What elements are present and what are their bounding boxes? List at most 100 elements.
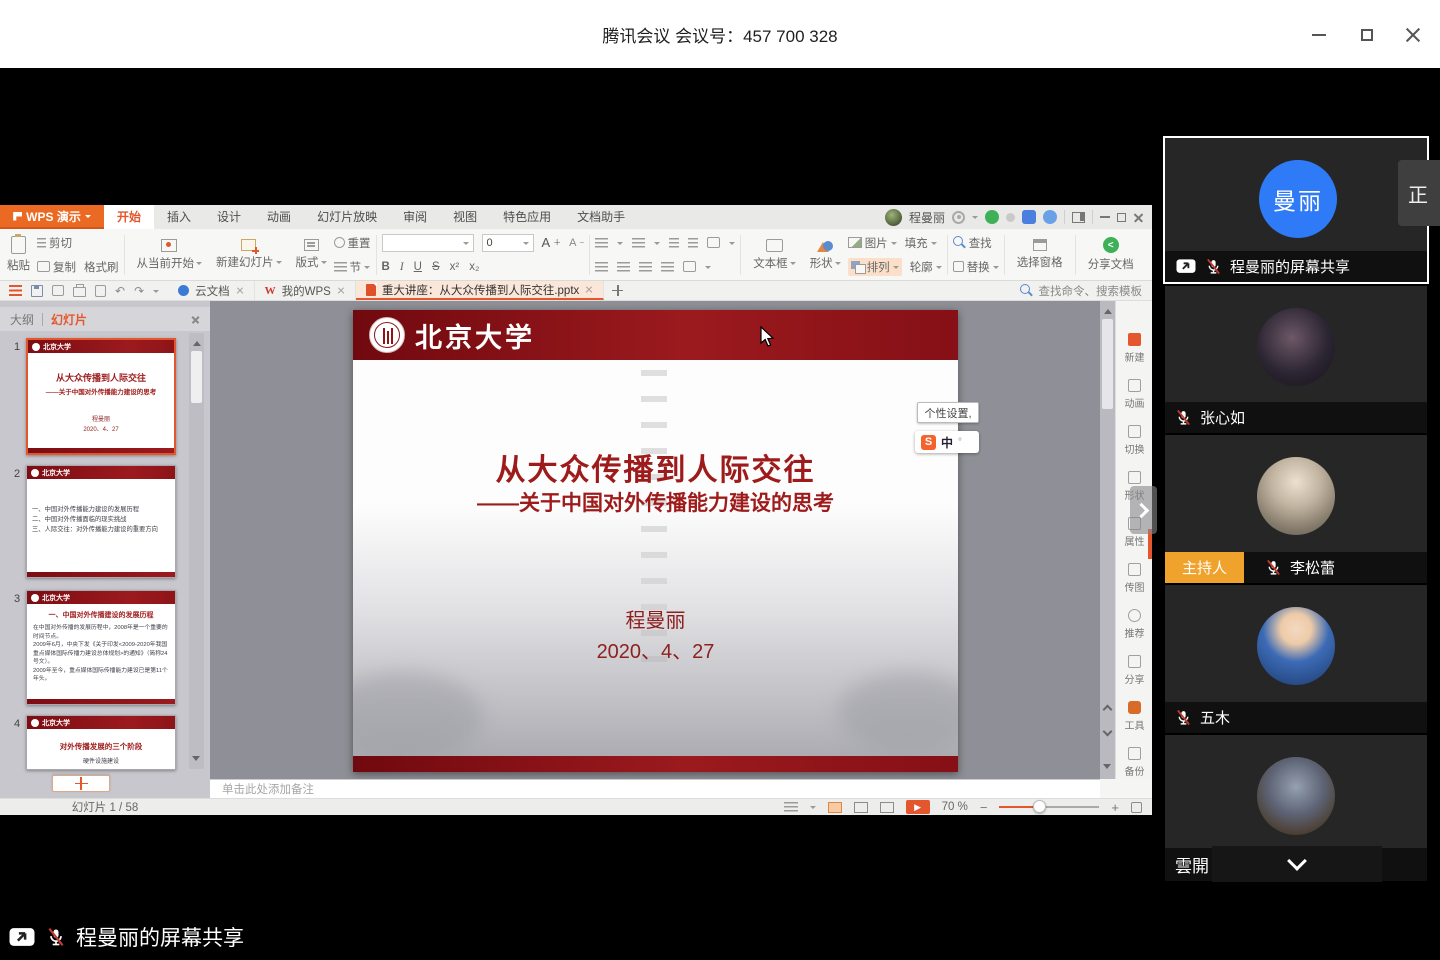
slide[interactable]: 北京大学 从大众传播到人际交往 ——关于中国对外传播能力建设的思考 程曼丽 20… bbox=[353, 310, 958, 772]
align-left-icon[interactable] bbox=[595, 262, 608, 272]
font-name-combobox[interactable] bbox=[382, 234, 474, 252]
increase-font-button[interactable]: A＋ bbox=[542, 235, 562, 250]
print-preview-icon[interactable] bbox=[95, 285, 106, 297]
previous-slide-icon[interactable] bbox=[1103, 705, 1113, 715]
text-box-button[interactable]: 文本框 bbox=[746, 239, 803, 271]
decrease-font-button[interactable]: A− bbox=[569, 237, 584, 249]
participant-tile-host[interactable]: 李松蕾 主持人 bbox=[1165, 435, 1427, 583]
slides-tab[interactable]: 幻灯片 bbox=[51, 311, 87, 328]
sidebar-new-button[interactable]: 新建 bbox=[1116, 333, 1153, 364]
close-button[interactable] bbox=[1400, 22, 1426, 48]
command-search[interactable]: 查找命令、搜索模板 bbox=[1020, 281, 1153, 300]
zoom-slider-knob[interactable] bbox=[1033, 800, 1046, 813]
normal-view-icon[interactable] bbox=[828, 802, 842, 813]
format-painter-button[interactable]: 格式刷 bbox=[84, 259, 119, 275]
app-switch-icon[interactable] bbox=[1022, 210, 1036, 224]
redo-icon[interactable]: ↷ bbox=[134, 285, 144, 297]
slide-canvas[interactable]: 北京大学 从大众传播到人际交往 ——关于中国对外传播能力建设的思考 程曼丽 20… bbox=[210, 301, 1100, 779]
account-name[interactable]: 程曼丽 bbox=[909, 209, 945, 226]
bullet-list-icon[interactable] bbox=[595, 238, 608, 248]
expand-panel-button[interactable] bbox=[1130, 486, 1157, 534]
align-right-icon[interactable] bbox=[639, 262, 652, 272]
subscript-button[interactable]: x₂ bbox=[469, 261, 479, 273]
gear-icon[interactable] bbox=[952, 211, 965, 224]
find-button[interactable]: 查找 bbox=[953, 235, 992, 251]
superscript-button[interactable]: x² bbox=[450, 261, 460, 273]
tab-slideshow[interactable]: 幻灯片放映 bbox=[304, 205, 390, 229]
next-slide-icon[interactable] bbox=[1103, 727, 1113, 737]
play-from-current-button[interactable]: 从当前开始 bbox=[130, 239, 210, 271]
chevron-down-icon[interactable] bbox=[153, 290, 159, 296]
tab-review[interactable]: 审阅 bbox=[390, 205, 440, 229]
sidebar-backup-button[interactable]: 备份 bbox=[1116, 747, 1153, 778]
justify-icon[interactable] bbox=[661, 262, 674, 272]
slideshow-play-button[interactable]: ▶ bbox=[906, 800, 930, 814]
doc-tab-my-wps[interactable]: W 我的WPS bbox=[255, 281, 356, 300]
text-direction-icon[interactable] bbox=[707, 237, 720, 248]
sidebar-recommend-button[interactable]: 推荐 bbox=[1116, 609, 1153, 640]
tab-design[interactable]: 设计 bbox=[204, 205, 254, 229]
sidebar-share-button[interactable]: 分享 bbox=[1116, 655, 1153, 686]
arrange-button[interactable]: 排列 bbox=[848, 258, 902, 276]
account-avatar[interactable] bbox=[885, 209, 902, 226]
zoom-in-icon[interactable]: + bbox=[1111, 801, 1119, 814]
menu-icon[interactable] bbox=[9, 285, 22, 296]
fit-slide-icon[interactable] bbox=[1131, 802, 1142, 813]
notes-menu-icon[interactable] bbox=[784, 802, 798, 812]
panel-scrollbar[interactable] bbox=[189, 333, 204, 769]
underline-button[interactable]: U bbox=[414, 261, 422, 273]
status-dot-icon[interactable] bbox=[1006, 213, 1015, 222]
sidebar-tools-button[interactable]: 工具 bbox=[1116, 701, 1153, 732]
scrollbar-thumb[interactable] bbox=[191, 351, 202, 403]
tab-doc-assistant[interactable]: 文档助手 bbox=[564, 205, 638, 229]
participant-tile[interactable]: 张心如 bbox=[1165, 286, 1427, 433]
close-tab-icon[interactable] bbox=[585, 286, 593, 294]
add-slide-button[interactable] bbox=[52, 775, 110, 792]
ime-bar[interactable]: S 中 ° bbox=[915, 431, 979, 453]
font-size-combobox[interactable]: 0 bbox=[482, 234, 534, 252]
outline-tab[interactable]: 大纲 bbox=[10, 311, 34, 328]
zoom-out-icon[interactable]: − bbox=[980, 801, 988, 814]
wps-app-menu[interactable]: WPS 演示 bbox=[0, 205, 104, 229]
maximize-button[interactable] bbox=[1354, 22, 1380, 48]
scroll-down-icon[interactable] bbox=[192, 756, 200, 765]
sidebar-animation-button[interactable]: 动画 bbox=[1116, 379, 1153, 410]
slide-thumbnail-4[interactable]: 北京大学 对外传播发展的三个阶段 硬件设施建设 bbox=[26, 715, 176, 770]
ime-mode[interactable]: ° bbox=[958, 437, 962, 448]
save-icon[interactable] bbox=[31, 285, 43, 297]
slide-thumbnail-3[interactable]: 北京大学 一、中国对外传播建设的发展历程 在中国对外传播的发展历程中，2008年… bbox=[26, 590, 176, 705]
replace-button[interactable]: 替换 bbox=[953, 259, 999, 275]
doc-tab-cloud[interactable]: 云文档 bbox=[168, 281, 255, 300]
scroll-up-icon[interactable] bbox=[1104, 305, 1112, 314]
tab-insert[interactable]: 插入 bbox=[154, 205, 204, 229]
share-doc-button[interactable]: < 分享文档 bbox=[1081, 237, 1141, 272]
slide-sorter-icon[interactable] bbox=[854, 802, 868, 813]
tab-home[interactable]: 开始 bbox=[104, 205, 154, 229]
sidebar-upload-image-button[interactable]: 传图 bbox=[1116, 563, 1153, 594]
decrease-indent-icon[interactable] bbox=[669, 238, 679, 248]
increase-indent-icon[interactable] bbox=[688, 238, 698, 248]
close-tab-icon[interactable] bbox=[337, 287, 345, 295]
collapse-panel-button[interactable] bbox=[1212, 846, 1382, 882]
canvas-scrollbar[interactable] bbox=[1100, 301, 1115, 779]
new-tab-icon[interactable] bbox=[612, 285, 623, 296]
italic-button[interactable]: I bbox=[400, 261, 404, 273]
participant-tile[interactable]: 五木 bbox=[1165, 585, 1427, 733]
zoom-slider[interactable] bbox=[999, 806, 1099, 808]
selection-pane-button[interactable]: 选择窗格 bbox=[1010, 239, 1070, 270]
scroll-down-icon[interactable] bbox=[1103, 764, 1111, 773]
slide-thumbnail-2[interactable]: 北京大学 一、中国对外传播能力建设的发展历程 二、中国对外传播面临的现实挑战 三… bbox=[26, 465, 176, 578]
layout-button[interactable]: 版式 bbox=[289, 239, 334, 270]
participant-tile-sharing[interactable]: 曼丽 程曼丽的屏幕共享 bbox=[1163, 136, 1429, 284]
wps-close-icon[interactable] bbox=[1133, 212, 1144, 223]
scrollbar-thumb[interactable] bbox=[1102, 319, 1113, 409]
sidebar-transition-button[interactable]: 切换 bbox=[1116, 425, 1153, 456]
task-pane-icon[interactable] bbox=[1072, 212, 1085, 223]
outline-button[interactable]: 轮廓 bbox=[910, 259, 942, 275]
strikethrough-button[interactable]: S bbox=[432, 261, 440, 273]
align-center-icon[interactable] bbox=[617, 262, 630, 272]
notes-bar[interactable]: 单击此处添加备注 bbox=[210, 779, 1100, 798]
close-panel-icon[interactable] bbox=[191, 315, 200, 324]
bold-button[interactable]: B bbox=[382, 261, 390, 273]
tab-animation[interactable]: 动画 bbox=[254, 205, 304, 229]
